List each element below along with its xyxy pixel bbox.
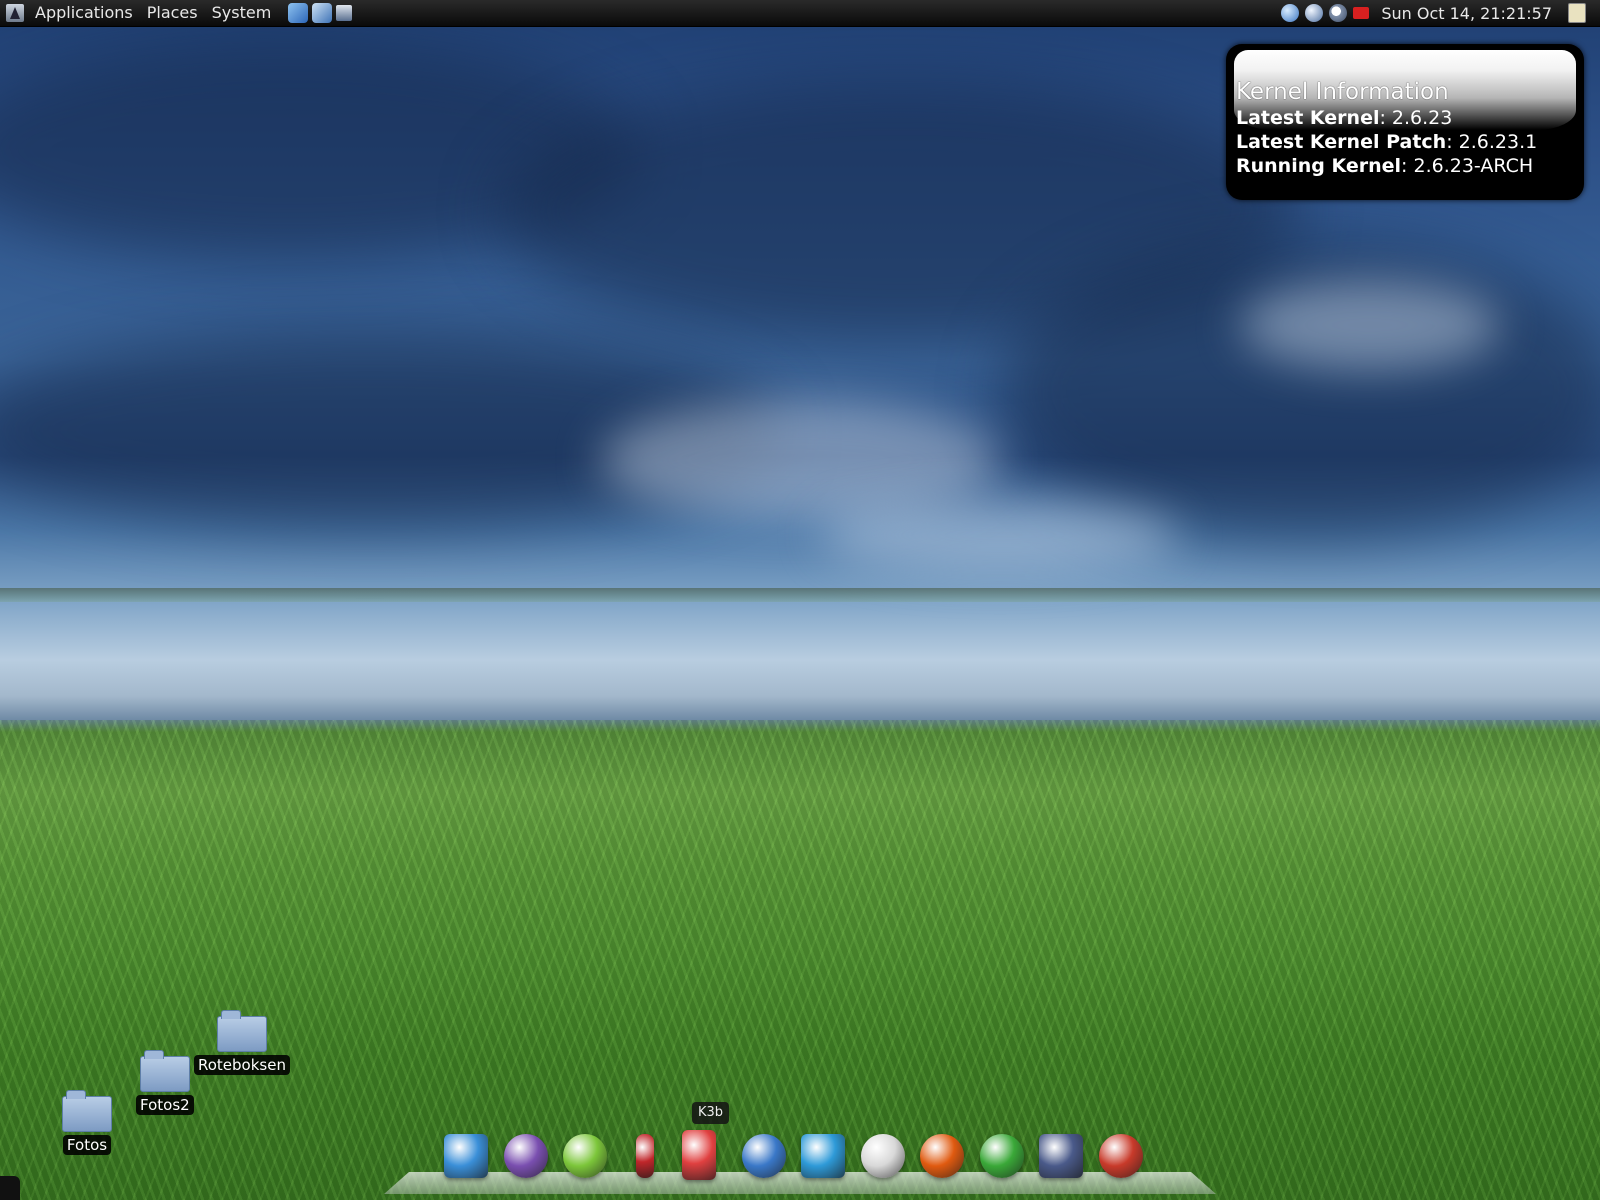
clock[interactable]: Sun Oct 14, 21:21:57 <box>1375 4 1562 23</box>
desktop-icon-fotos[interactable]: Fotos <box>62 1090 112 1155</box>
globe-icon[interactable] <box>979 1134 1024 1178</box>
chat-tray-icon[interactable] <box>1281 4 1300 22</box>
cards-icon[interactable] <box>860 1134 905 1178</box>
folder-icon <box>216 1010 267 1052</box>
pidgin-icon[interactable] <box>503 1134 548 1178</box>
kernel-row-label: Latest Kernel Patch <box>1236 131 1447 153</box>
browser-launcher-icon[interactable] <box>312 3 333 23</box>
network-tray-icon[interactable] <box>1305 4 1324 22</box>
show-desktop-button[interactable] <box>0 1176 20 1200</box>
cloud-light <box>1240 280 1500 370</box>
cloud <box>1000 240 1600 540</box>
drop-icon[interactable] <box>741 1134 786 1178</box>
kernel-row: Latest Kernel: 2.6.23 <box>1236 106 1576 130</box>
desktop: Applications Places System Sun Oct 14, 2… <box>0 0 1600 1200</box>
cloud-light <box>820 500 1180 570</box>
kernel-row-value: : 2.6.23.1 <box>1446 131 1538 153</box>
panel-launchers <box>288 3 353 23</box>
menu-system[interactable]: System <box>205 0 279 26</box>
close-icon[interactable] <box>1098 1134 1143 1178</box>
mail-icon[interactable] <box>1353 7 1370 19</box>
widget-title: Kernel Information <box>1236 79 1449 105</box>
desktop-icon-fotos2[interactable]: Fotos2 <box>136 1050 194 1115</box>
lipstick-icon[interactable] <box>635 1134 654 1178</box>
kernel-row: Latest Kernel Patch: 2.6.23.1 <box>1236 130 1576 154</box>
k3b-icon[interactable] <box>682 1130 716 1180</box>
main-menu: Applications Places System <box>0 0 278 26</box>
notes-icon[interactable] <box>1568 3 1586 23</box>
desktop-icon-roteboksen[interactable]: Roteboksen <box>194 1010 290 1075</box>
menu-applications[interactable]: Applications <box>28 0 140 26</box>
kernel-row-value: : 2.6.23-ARCH <box>1401 155 1534 177</box>
grass-field <box>0 720 1600 1200</box>
image-viewer-icon[interactable] <box>444 1134 488 1178</box>
kernel-row: Running Kernel: 2.6.23-ARCH <box>1236 154 1576 178</box>
save-launcher-icon[interactable] <box>336 5 353 21</box>
search-icon[interactable] <box>1329 4 1348 22</box>
desktop-icon-label: Fotos2 <box>136 1095 194 1115</box>
terminal-icon[interactable] <box>1039 1134 1083 1178</box>
cursor-icon[interactable] <box>801 1134 845 1178</box>
kernel-row-value: : 2.6.23 <box>1379 107 1453 129</box>
fire-icon[interactable] <box>920 1134 964 1178</box>
top-panel: Applications Places System Sun Oct 14, 2… <box>0 0 1600 27</box>
folder-icon <box>139 1050 190 1092</box>
play-icon[interactable] <box>563 1134 607 1178</box>
kernel-row-label: Running Kernel <box>1236 155 1402 177</box>
folder-icon <box>62 1090 112 1132</box>
system-tray: Sun Oct 14, 21:21:57 <box>1281 3 1600 23</box>
horizon <box>0 588 1600 602</box>
arch-logo-icon[interactable] <box>6 4 24 22</box>
widget-content: Kernel Information Latest Kernel: 2.6.23… <box>1236 78 1576 178</box>
menu-places[interactable]: Places <box>140 0 205 26</box>
desktop-icon-label: Fotos <box>62 1135 112 1155</box>
kernel-row-label: Latest Kernel <box>1236 107 1380 129</box>
desktop-icon-label: Roteboksen <box>194 1055 290 1075</box>
thunderbird-launcher-icon[interactable] <box>288 3 309 23</box>
kernel-info-widget[interactable]: Kernel Information Latest Kernel: 2.6.23… <box>1226 44 1584 200</box>
